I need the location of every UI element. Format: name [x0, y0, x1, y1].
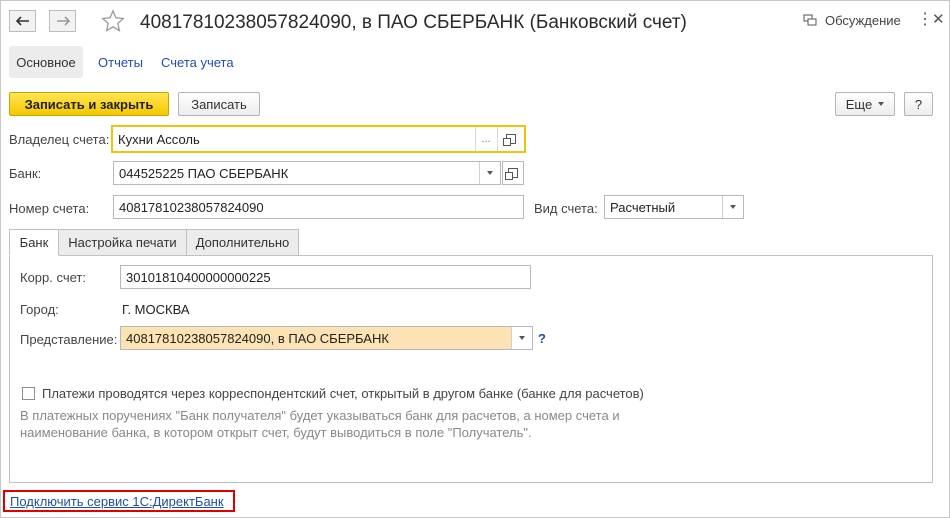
- menu-icon[interactable]: ⋮: [917, 12, 933, 28]
- help-button[interactable]: ?: [904, 92, 933, 116]
- forward-button[interactable]: [49, 10, 76, 32]
- bank-label: Банк:: [9, 166, 42, 181]
- more-label: Еще: [845, 96, 873, 112]
- corr-account-label: Корр. счет:: [20, 270, 86, 285]
- open-bank-button[interactable]: [502, 161, 524, 185]
- bank-field[interactable]: 044525225 ПАО СБЕРБАНК: [113, 161, 501, 185]
- owner-value: Кухни Ассоль: [118, 131, 200, 147]
- note-line-1: В платежных поручениях "Банк получателя"…: [20, 408, 620, 423]
- arrow-right-icon: [56, 16, 70, 26]
- bank-tab-panel: [9, 255, 933, 483]
- chevron-down-icon: [487, 171, 493, 175]
- open-icon: [505, 168, 518, 180]
- owner-field[interactable]: Кухни Ассоль ...: [111, 125, 526, 153]
- nav-main[interactable]: Основное: [9, 46, 83, 78]
- city-value: Г. МОСКВА: [122, 302, 190, 317]
- account-type-dropdown-button[interactable]: [722, 196, 743, 218]
- open-icon: [503, 134, 516, 146]
- chevron-down-icon: [878, 102, 885, 106]
- discussion-label: Обсуждение: [825, 13, 901, 28]
- tab-additional[interactable]: Дополнительно: [186, 229, 299, 256]
- representation-dropdown-button[interactable]: [511, 327, 532, 349]
- corr-bank-checkbox[interactable]: [22, 387, 35, 400]
- chat-icon: [803, 14, 817, 26]
- account-type-value: Расчетный: [610, 199, 676, 215]
- direct-bank-link[interactable]: Подключить сервис 1С:ДиректБанк: [10, 494, 224, 509]
- representation-help-link[interactable]: ?: [538, 331, 546, 346]
- tab-print-settings[interactable]: Настройка печати: [58, 229, 187, 256]
- tab-bank[interactable]: Банк: [9, 229, 59, 256]
- nav-link-accounts[interactable]: Счета учета: [161, 55, 234, 70]
- arrow-left-icon: [15, 16, 29, 26]
- chevron-down-icon: [519, 336, 525, 340]
- corr-account-field[interactable]: 30101810400000000225: [120, 265, 531, 289]
- page-title: 40817810238057824090, в ПАО СБЕРБАНК (Ба…: [140, 12, 687, 33]
- nav-link-reports[interactable]: Отчеты: [98, 55, 143, 70]
- chevron-down-icon: [730, 205, 736, 209]
- more-button[interactable]: Еще: [835, 92, 895, 116]
- select-ellipsis-button[interactable]: ...: [475, 127, 496, 151]
- close-icon[interactable]: ✕: [932, 12, 945, 28]
- representation-label: Представление:: [20, 332, 118, 347]
- back-button[interactable]: [9, 10, 36, 32]
- representation-value: 40817810238057824090, в ПАО СБЕРБАНК: [126, 330, 389, 346]
- note-line-2: наименование банка, в котором открыт сче…: [20, 425, 532, 440]
- account-type-label: Вид счета:: [534, 201, 598, 216]
- account-number-label: Номер счета:: [9, 201, 90, 216]
- save-button[interactable]: Записать: [178, 92, 260, 116]
- save-close-button[interactable]: Записать и закрыть: [9, 92, 169, 116]
- account-number-field[interactable]: 40817810238057824090: [113, 195, 524, 219]
- bank-value: 044525225 ПАО СБЕРБАНК: [119, 165, 289, 181]
- open-owner-button[interactable]: [497, 127, 524, 151]
- favorite-star-icon[interactable]: [101, 9, 125, 36]
- account-type-select[interactable]: Расчетный: [604, 195, 744, 219]
- bank-dropdown-button[interactable]: [479, 162, 500, 184]
- discussion-button[interactable]: Обсуждение: [803, 13, 901, 28]
- corr-bank-checkbox-label[interactable]: Платежи проводятся через корреспондентск…: [42, 386, 644, 401]
- representation-field[interactable]: 40817810238057824090, в ПАО СБЕРБАНК: [120, 326, 533, 350]
- owner-label: Владелец счета:: [9, 132, 110, 147]
- city-label: Город:: [20, 302, 59, 317]
